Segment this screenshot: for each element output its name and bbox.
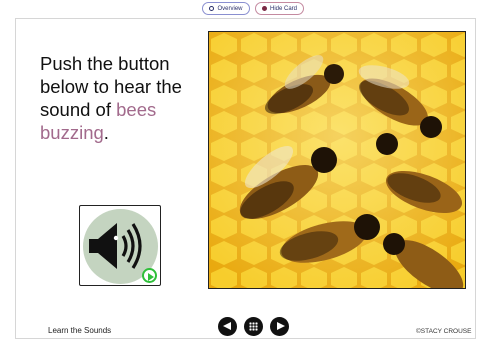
play-icon	[142, 268, 157, 283]
card-prompt: Push the button below to hear the sound …	[40, 52, 200, 144]
prev-arrow-icon[interactable]	[218, 317, 237, 336]
copyright-credit: ©STACY CROUSE	[416, 328, 472, 335]
hide-card-label: Hide Card	[269, 5, 297, 12]
top-toolbar: Overview Hide Card	[0, 0, 500, 18]
next-arrow-icon[interactable]	[270, 317, 289, 336]
prompt-text: Push the button below to hear the sound …	[40, 53, 182, 120]
overview-button[interactable]: Overview	[202, 2, 250, 15]
bee-photo-illustration	[209, 32, 465, 288]
play-sound-button[interactable]	[79, 205, 161, 286]
grid-icon[interactable]	[244, 317, 263, 336]
overview-icon	[209, 6, 215, 11]
grid-dots	[249, 322, 258, 331]
deck-title: Learn the Sounds	[48, 326, 112, 335]
hide-card-button[interactable]: Hide Card	[255, 2, 304, 15]
hide-icon	[261, 6, 267, 11]
prompt-period: .	[103, 122, 109, 143]
bee-photo	[208, 31, 466, 289]
overview-label: Overview	[217, 5, 243, 12]
